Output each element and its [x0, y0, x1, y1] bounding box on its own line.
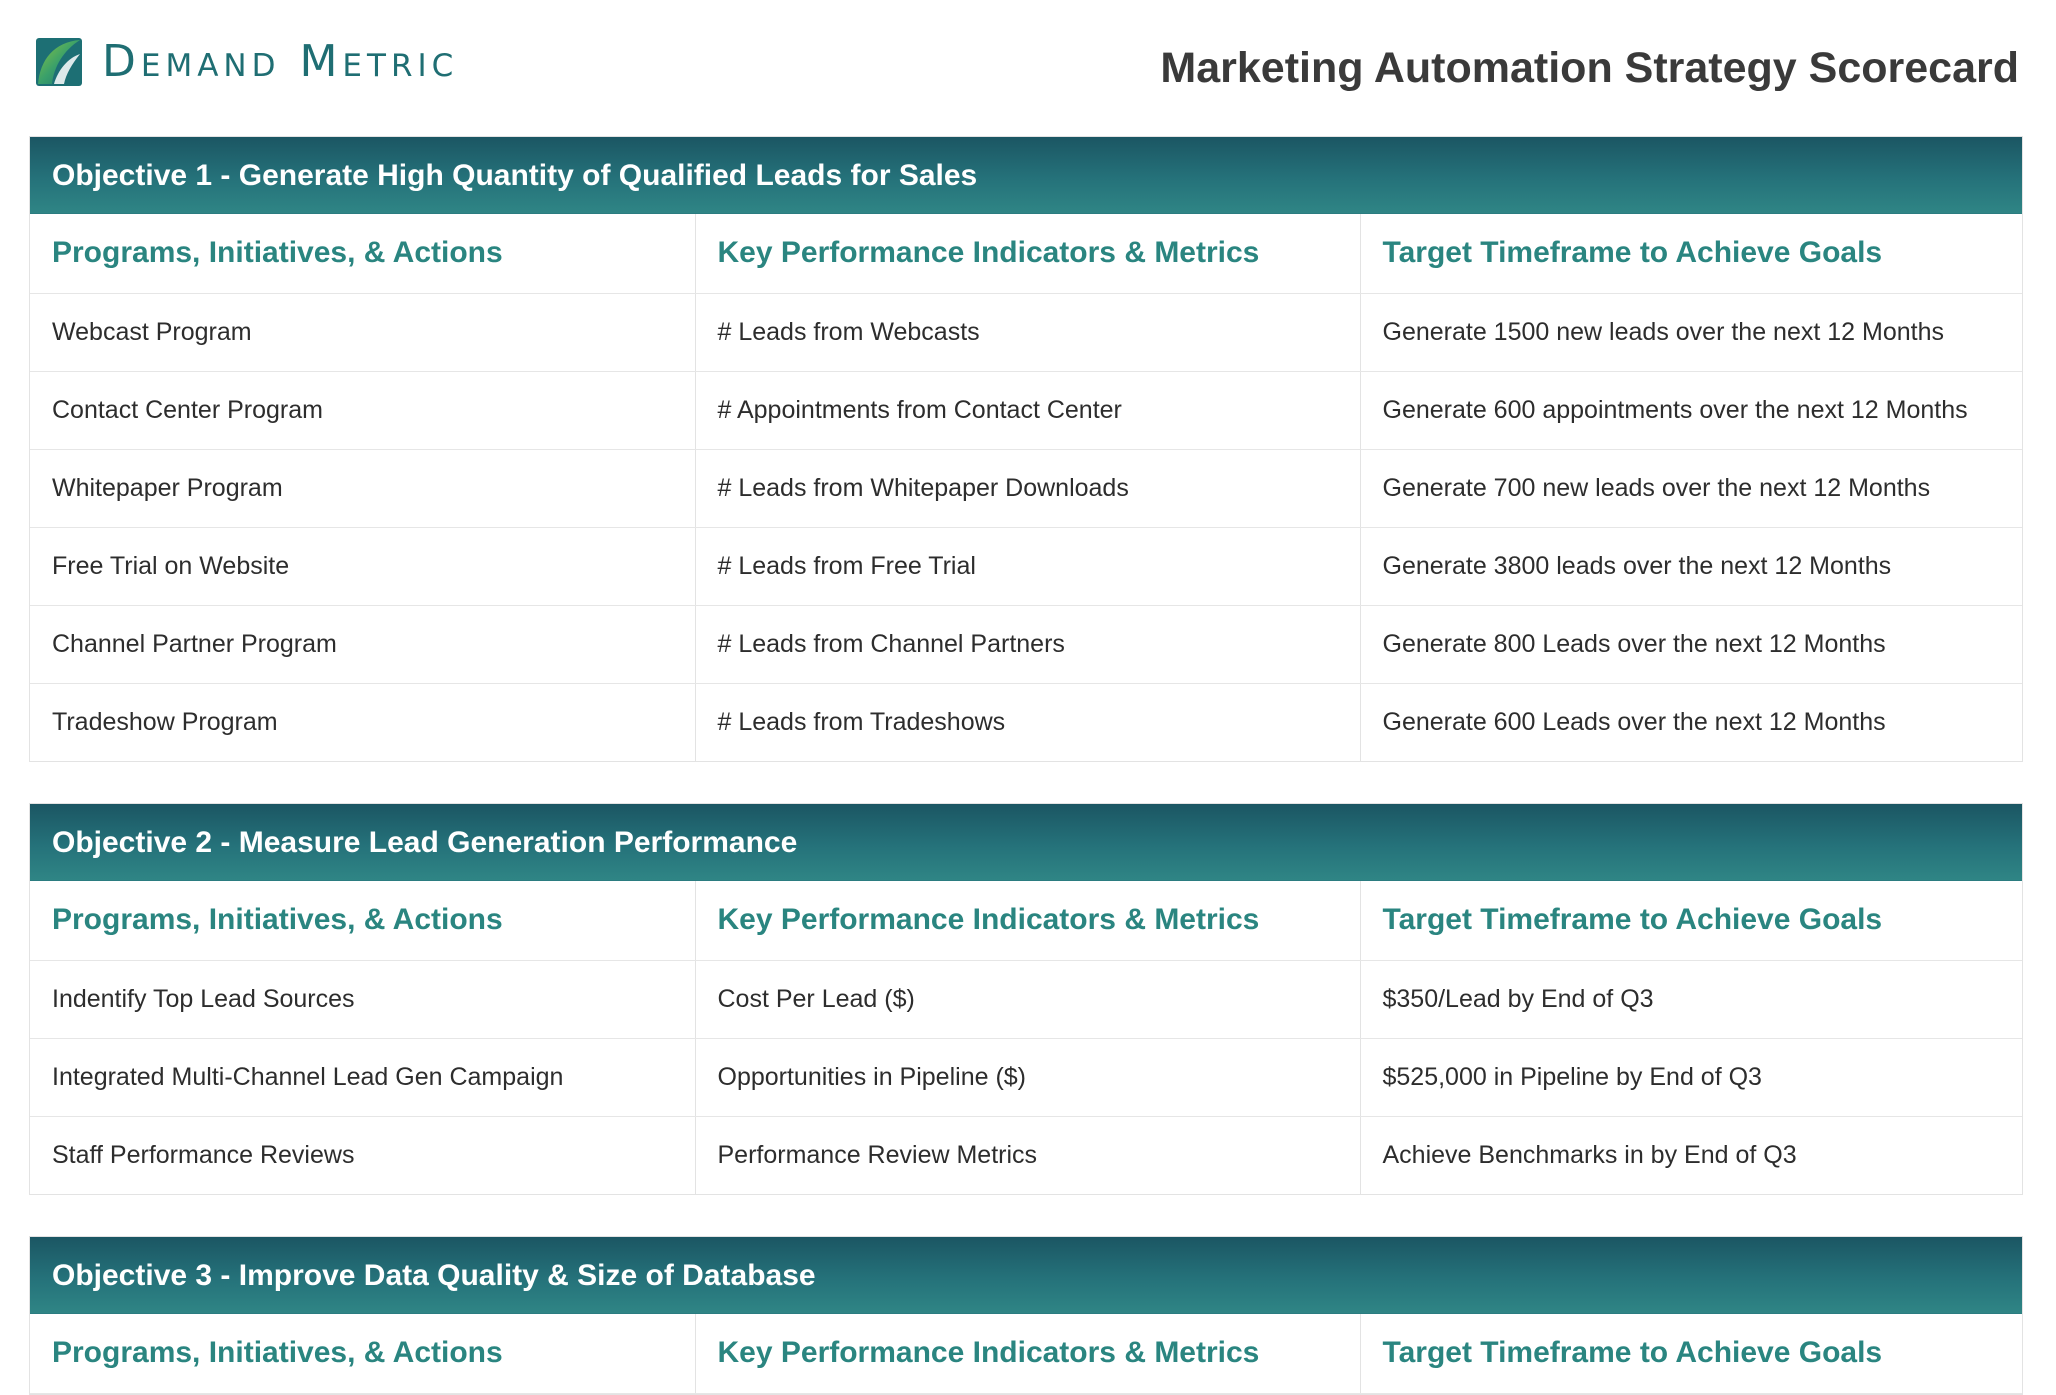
objective-title: Objective 1 - Generate High Quantity of … — [30, 137, 2022, 214]
table-header-row: Programs, Initiatives, & Actions Key Per… — [30, 881, 2022, 961]
kpi-cell: Opportunities in Pipeline ($) — [695, 1038, 1361, 1117]
column-header-timeframe: Target Timeframe to Achieve Goals — [1360, 881, 2022, 961]
column-header-kpis: Key Performance Indicators & Metrics — [695, 214, 1361, 294]
column-header-programs: Programs, Initiatives, & Actions — [30, 1314, 696, 1394]
program-cell: Indentify Top Lead Sources — [30, 960, 696, 1039]
table-row: Indentify Top Lead Sources Cost Per Lead… — [30, 960, 2022, 1039]
target-cell: Generate 700 new leads over the next 12 … — [1360, 449, 2022, 528]
leaf-swoosh-logo-icon — [36, 38, 82, 86]
target-cell: Generate 1500 new leads over the next 12… — [1360, 293, 2022, 372]
program-cell: Whitepaper Program — [30, 449, 696, 528]
program-cell: Free Trial on Website — [30, 527, 696, 606]
table-row: Contact Center Program # Appointments fr… — [30, 371, 2022, 450]
program-cell: Webcast Program — [30, 293, 696, 372]
table-row: Free Trial on Website # Leads from Free … — [30, 527, 2022, 606]
table-row: Webcast Program # Leads from Webcasts Ge… — [30, 293, 2022, 372]
target-cell: Generate 600 appointments over the next … — [1360, 371, 2022, 450]
objective-3-card: Objective 3 - Improve Data Quality & Siz… — [29, 1236, 2023, 1395]
program-cell: Integrated Multi-Channel Lead Gen Campai… — [30, 1038, 696, 1117]
objective-title: Objective 3 - Improve Data Quality & Siz… — [30, 1237, 2022, 1314]
scorecard-page: Demand Metric Marketing Automation Strat… — [0, 0, 2056, 1395]
brand-logo: Demand Metric — [34, 36, 458, 88]
table-row: Channel Partner Program # Leads from Cha… — [30, 605, 2022, 684]
table-row: Whitepaper Program # Leads from Whitepap… — [30, 449, 2022, 528]
column-header-kpis: Key Performance Indicators & Metrics — [695, 881, 1361, 961]
objective-2-card: Objective 2 - Measure Lead Generation Pe… — [29, 803, 2023, 1195]
target-cell: Generate 600 Leads over the next 12 Mont… — [1382, 707, 1886, 736]
brand-name: Demand Metric — [102, 36, 459, 87]
kpi-cell: # Leads from Webcasts — [695, 293, 1361, 372]
target-cell: Generate 3800 leads over the next 12 Mon… — [1360, 527, 2022, 606]
program-cell: Tradeshow Program — [30, 683, 696, 761]
kpi-cell: # Appointments from Contact Center — [695, 371, 1361, 450]
objective-title: Objective 2 - Measure Lead Generation Pe… — [30, 804, 2022, 881]
document-title: Marketing Automation Strategy Scorecard — [1160, 44, 2019, 92]
column-header-programs: Programs, Initiatives, & Actions — [30, 881, 696, 961]
objective-table: Programs, Initiatives, & Actions Key Per… — [30, 1314, 2022, 1394]
objective-1-card: Objective 1 - Generate High Quantity of … — [29, 136, 2023, 762]
column-header-timeframe: Target Timeframe to Achieve Goals — [1360, 214, 2022, 294]
kpi-cell: Performance Review Metrics — [695, 1116, 1361, 1194]
column-header-kpis: Key Performance Indicators & Metrics — [695, 1314, 1361, 1394]
table-row: Tradeshow Program # Leads from Tradeshow… — [30, 683, 2022, 761]
column-header-programs: Programs, Initiatives, & Actions — [30, 214, 696, 294]
table-row: Staff Performance Reviews Performance Re… — [30, 1116, 2022, 1194]
program-cell: Contact Center Program — [30, 371, 696, 450]
kpi-cell: # Leads from Channel Partners — [695, 605, 1361, 684]
table-row: Integrated Multi-Channel Lead Gen Campai… — [30, 1038, 2022, 1117]
program-cell: Staff Performance Reviews — [30, 1116, 696, 1194]
kpi-cell: Cost Per Lead ($) — [695, 960, 1361, 1039]
objective-table: Programs, Initiatives, & Actions Key Per… — [30, 881, 2022, 1194]
table-header-row: Programs, Initiatives, & Actions Key Per… — [30, 1314, 2022, 1394]
column-header-timeframe: Target Timeframe to Achieve Goals — [1360, 1314, 2022, 1394]
kpi-cell: # Leads from Whitepaper Downloads — [695, 449, 1361, 528]
target-cell: $525,000 in Pipeline by End of Q3 — [1360, 1038, 2022, 1117]
kpi-cell: # Leads from Free Trial — [695, 527, 1361, 606]
target-cell: Achieve Benchmarks in by End of Q3 — [1382, 1140, 1797, 1169]
table-header-row: Programs, Initiatives, & Actions Key Per… — [30, 214, 2022, 294]
target-cell: $350/Lead by End of Q3 — [1360, 960, 2022, 1039]
objective-table: Programs, Initiatives, & Actions Key Per… — [30, 214, 2022, 761]
page-header: Demand Metric Marketing Automation Strat… — [0, 0, 2056, 132]
program-cell: Channel Partner Program — [30, 605, 696, 684]
target-cell: Generate 800 Leads over the next 12 Mont… — [1360, 605, 2022, 684]
kpi-cell: # Leads from Tradeshows — [695, 683, 1361, 761]
